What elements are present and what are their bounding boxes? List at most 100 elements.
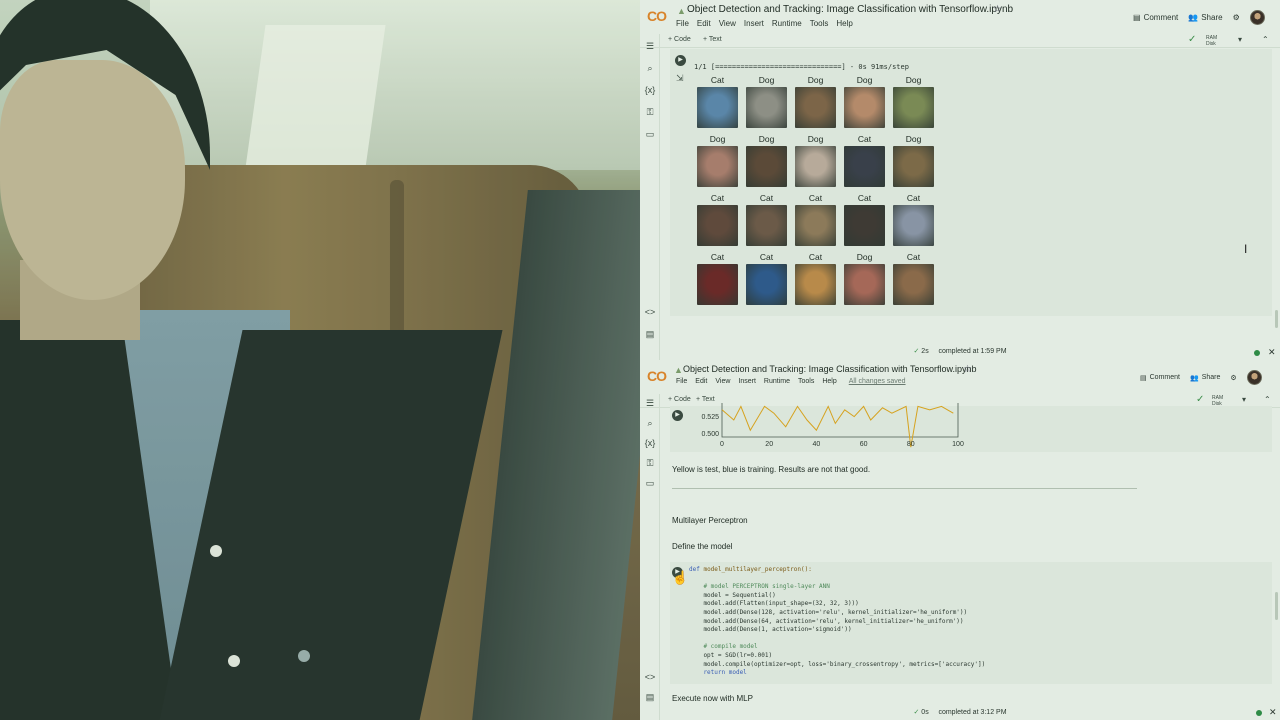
status-duration: 0s (921, 709, 929, 716)
chevron-up-icon[interactable]: ⌃ (1262, 35, 1269, 44)
title-bar: CO ▲ Object Detection and Tracking: Imag… (640, 0, 1280, 33)
share-button[interactable]: 👥 Share (1188, 13, 1222, 22)
code-editor[interactable]: def model_multilayer_perceptron(): # mod… (689, 566, 985, 678)
prediction-tile: Cat (893, 251, 934, 305)
colab-logo[interactable]: CO (647, 368, 667, 384)
code-snippets-icon[interactable]: <> (644, 672, 656, 682)
menu-file[interactable]: File (676, 19, 689, 28)
menu-bar: File Edit View Insert Runtime Tools Help (676, 19, 853, 28)
prediction-label: Cat (808, 252, 823, 262)
status-check-icon: ✓ (913, 348, 920, 355)
code-line: model.add(Dense(1, activation='sigmoid')… (689, 626, 852, 634)
add-text-button[interactable]: + Text (696, 396, 715, 403)
pet-image (893, 264, 934, 305)
secrets-key-icon[interactable]: ⚿ (644, 107, 656, 118)
toc-icon[interactable]: ☰ (644, 398, 656, 409)
menu-runtime[interactable]: Runtime (772, 19, 802, 28)
pet-image (795, 264, 836, 305)
search-icon[interactable]: ⌕ (644, 418, 656, 429)
code-snippets-icon[interactable]: <> (644, 307, 656, 317)
code-line: return model (689, 669, 747, 677)
prediction-label: Dog (807, 134, 824, 144)
avatar[interactable] (1249, 10, 1265, 25)
x-tick-label: 0 (720, 441, 724, 448)
prediction-tile: Cat (795, 251, 836, 305)
ram-disk-indicator[interactable]: RAM Disk (1206, 35, 1217, 47)
comment-button[interactable]: ▤ Comment (1133, 13, 1178, 22)
variables-icon[interactable]: {x} (644, 438, 656, 448)
video-photo-panel (0, 0, 640, 720)
scrollbar[interactable] (1275, 310, 1278, 328)
x-tick-label: 40 (813, 441, 821, 448)
code-line: model.add(Dense(64, activation='relu', k… (689, 617, 964, 625)
prediction-tile: Cat (746, 192, 787, 246)
secrets-key-icon[interactable]: ⚿ (644, 458, 656, 469)
gear-icon[interactable]: ⚙ (1230, 374, 1236, 382)
prediction-label: Cat (808, 193, 823, 203)
close-icon[interactable]: ✕ (1268, 347, 1276, 358)
menu-help[interactable]: Help (836, 19, 852, 28)
colab-logo[interactable]: CO (647, 8, 667, 24)
menu-runtime[interactable]: Runtime (764, 378, 790, 385)
menu-bar: File Edit View Insert Runtime Tools Help… (676, 378, 906, 385)
prediction-label: Cat (759, 252, 774, 262)
add-text-button[interactable]: + Text (703, 36, 722, 43)
folder-icon[interactable]: ▭ (644, 129, 656, 140)
search-icon[interactable]: ⌕ (644, 63, 656, 74)
avatar[interactable] (1246, 370, 1262, 385)
code-line: model.compile(optimizer=opt, loss='binar… (689, 660, 986, 668)
title-bar: CO ▲ Object Detection and Tracking: Imag… (640, 360, 1280, 393)
menu-tools[interactable]: Tools (798, 378, 814, 385)
menu-help[interactable]: Help (822, 378, 836, 385)
code-line: opt = SGD(lr=0.001) (689, 651, 773, 659)
text-cursor-icon: I (1244, 242, 1248, 256)
run-cell-button[interactable]: ▶ (672, 410, 683, 421)
variables-icon[interactable]: {x} (644, 85, 656, 95)
pet-image (844, 205, 885, 246)
section-heading-mlp: Multilayer Perceptron (672, 516, 748, 525)
notebook-title[interactable]: Object Detection and Tracking: Image Cla… (687, 4, 1013, 15)
drive-icon: ▲ (677, 6, 686, 16)
chevron-up-icon[interactable]: ⌃ (1264, 395, 1271, 404)
save-status-link[interactable]: All changes saved (849, 378, 906, 385)
run-cell-button[interactable]: ▶ (675, 55, 686, 66)
share-button[interactable]: 👥 Share (1190, 374, 1220, 382)
scrollbar[interactable] (1275, 592, 1278, 620)
status-text: completed at 1:59 PM (938, 348, 1007, 355)
menu-edit[interactable]: Edit (697, 19, 711, 28)
menu-edit[interactable]: Edit (695, 378, 707, 385)
chevron-down-icon[interactable]: ▾ (1242, 395, 1246, 404)
close-icon[interactable]: ✕ (1269, 707, 1277, 718)
menu-view[interactable]: View (719, 19, 736, 28)
pet-image (746, 146, 787, 187)
terminal-icon[interactable]: ▤ (644, 329, 656, 340)
code-line: model = Sequential() (689, 591, 776, 599)
output-icon[interactable]: ⇲ (676, 73, 684, 84)
prediction-tile: Cat (844, 192, 885, 246)
y-tick-label: 0.500 (701, 431, 719, 438)
gear-icon[interactable]: ⚙ (1233, 13, 1240, 22)
menu-view[interactable]: View (715, 378, 730, 385)
menu-file[interactable]: File (676, 378, 687, 385)
star-icon[interactable]: ☆ (963, 364, 972, 375)
comment-button[interactable]: ▤ Comment (1140, 374, 1180, 382)
folder-icon[interactable]: ▭ (644, 478, 656, 489)
chevron-down-icon[interactable]: ▾ (1238, 35, 1242, 44)
add-code-button[interactable]: + Code (668, 36, 691, 43)
menu-insert[interactable]: Insert (744, 19, 764, 28)
pet-image (844, 264, 885, 305)
terminal-icon[interactable]: ▤ (644, 692, 656, 703)
prediction-tile: Dog (893, 74, 934, 128)
prediction-label: Dog (905, 75, 922, 85)
notebook-title[interactable]: Object Detection and Tracking: Image Cla… (683, 364, 976, 374)
add-code-button[interactable]: + Code (668, 396, 691, 403)
prediction-label: Dog (856, 75, 873, 85)
menu-tools[interactable]: Tools (810, 19, 829, 28)
menu-insert[interactable]: Insert (738, 378, 756, 385)
toc-icon[interactable]: ☰ (644, 41, 656, 52)
prediction-label: Cat (710, 75, 725, 85)
star-icon[interactable]: ☆ (993, 4, 1002, 15)
divider (672, 488, 1137, 489)
drive-icon: ▲ (674, 365, 683, 375)
chart-note: Yellow is test, blue is training. Result… (672, 465, 871, 474)
